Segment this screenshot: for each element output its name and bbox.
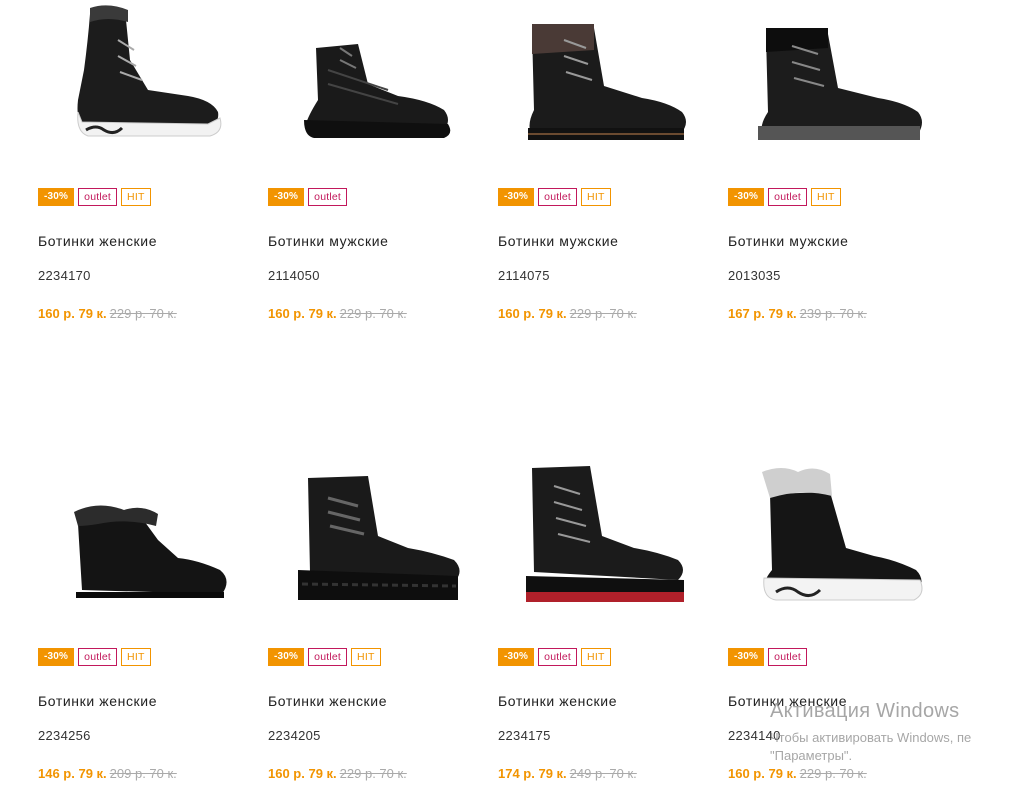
product-sku: 2234205 bbox=[268, 728, 321, 743]
product-image[interactable] bbox=[498, 0, 698, 160]
product-image[interactable] bbox=[498, 460, 698, 620]
boot-image bbox=[74, 505, 227, 598]
product-image[interactable] bbox=[268, 0, 468, 160]
price-old: 239 р. 70 к. bbox=[799, 306, 867, 321]
product-price: 160 р. 79 к. 229 р. 70 к. bbox=[268, 766, 407, 781]
discount-badge: -30% bbox=[268, 648, 305, 666]
product-name[interactable]: Ботинки мужские bbox=[268, 233, 389, 249]
product-sku: 2114050 bbox=[268, 268, 320, 283]
watermark-line-1: Чтобы активировать Windows, пе bbox=[770, 730, 972, 745]
discount-badge: -30% bbox=[268, 188, 305, 206]
discount-badge: -30% bbox=[38, 648, 75, 666]
product-card[interactable]: -30% outlet HIT Ботинки женские 2234205 … bbox=[268, 460, 468, 790]
outlet-badge: outlet bbox=[538, 648, 578, 666]
price-old: 229 р. 70 к. bbox=[339, 766, 407, 781]
price-current: 167 р. 79 к. bbox=[728, 306, 797, 321]
watermark-line-2: "Параметры". bbox=[770, 748, 853, 763]
badge-group: -30% outlet HIT bbox=[498, 188, 611, 206]
product-price: 160 р. 79 к. 229 р. 70 к. bbox=[268, 306, 407, 321]
hit-badge: HIT bbox=[581, 648, 611, 666]
product-sku: 2234170 bbox=[38, 268, 91, 283]
discount-badge: -30% bbox=[498, 188, 535, 206]
boot-image bbox=[528, 24, 686, 140]
badge-group: -30% outlet HIT bbox=[498, 648, 611, 666]
badge-group: -30% outlet HIT bbox=[268, 648, 381, 666]
product-sku: 2013035 bbox=[728, 268, 781, 283]
discount-badge: -30% bbox=[728, 188, 765, 206]
product-name[interactable]: Ботинки мужские bbox=[728, 233, 849, 249]
product-card[interactable]: -30% outlet HIT Ботинки женские 2234256 … bbox=[38, 460, 238, 790]
discount-badge: -30% bbox=[728, 648, 765, 666]
price-current: 146 р. 79 к. bbox=[38, 766, 107, 781]
product-price: 160 р. 79 к. 229 р. 70 к. bbox=[38, 306, 177, 321]
outlet-badge: outlet bbox=[538, 188, 578, 206]
badge-group: -30% outlet HIT bbox=[38, 648, 151, 666]
outlet-badge: outlet bbox=[78, 648, 118, 666]
product-card[interactable]: -30% outlet Ботинки мужские 2114050 160 … bbox=[268, 0, 468, 330]
product-card[interactable]: -30% outlet HIT Ботинки женские 2234170 … bbox=[38, 0, 238, 330]
product-card[interactable]: -30% outlet HIT Ботинки мужские 2114075 … bbox=[498, 0, 698, 330]
price-current: 174 р. 79 к. bbox=[498, 766, 567, 781]
outlet-badge: outlet bbox=[78, 188, 118, 206]
boot-image bbox=[758, 28, 922, 140]
product-name[interactable]: Ботинки женские bbox=[498, 693, 617, 709]
product-image[interactable] bbox=[728, 0, 928, 160]
price-current: 160 р. 79 к. bbox=[268, 306, 337, 321]
price-old: 229 р. 70 к. bbox=[109, 306, 177, 321]
product-name[interactable]: Ботинки мужские bbox=[498, 233, 619, 249]
price-old: 229 р. 70 к. bbox=[569, 306, 637, 321]
boot-image bbox=[762, 468, 923, 601]
product-image[interactable] bbox=[38, 460, 238, 620]
discount-badge: -30% bbox=[498, 648, 535, 666]
price-old: 249 р. 70 к. bbox=[569, 766, 637, 781]
hit-badge: HIT bbox=[811, 188, 841, 206]
product-card[interactable]: -30% outlet HIT Ботинки мужские 2013035 … bbox=[728, 0, 928, 330]
boot-image bbox=[526, 466, 684, 602]
boot-image bbox=[298, 476, 460, 600]
windows-activation-watermark: Активация Windows Чтобы активировать Win… bbox=[770, 700, 1024, 807]
product-card[interactable]: -30% outlet HIT Ботинки женские 2234175 … bbox=[498, 460, 698, 790]
product-sku: 2234175 bbox=[498, 728, 551, 743]
product-name[interactable]: Ботинки женские bbox=[38, 233, 157, 249]
product-price: 167 р. 79 к. 239 р. 70 к. bbox=[728, 306, 867, 321]
price-current: 160 р. 79 к. bbox=[498, 306, 567, 321]
badge-group: -30% outlet HIT bbox=[728, 188, 841, 206]
product-name[interactable]: Ботинки женские bbox=[38, 693, 157, 709]
product-name[interactable]: Ботинки женские bbox=[268, 693, 387, 709]
price-old: 209 р. 70 к. bbox=[109, 766, 177, 781]
badge-group: -30% outlet HIT bbox=[38, 188, 151, 206]
hit-badge: HIT bbox=[121, 188, 151, 206]
price-current: 160 р. 79 к. bbox=[268, 766, 337, 781]
outlet-badge: outlet bbox=[768, 648, 808, 666]
hit-badge: HIT bbox=[121, 648, 151, 666]
product-sku: 2234256 bbox=[38, 728, 91, 743]
product-image[interactable] bbox=[728, 460, 928, 620]
boot-image bbox=[304, 44, 451, 138]
product-price: 146 р. 79 к. 209 р. 70 к. bbox=[38, 766, 177, 781]
hit-badge: HIT bbox=[351, 648, 381, 666]
product-price: 160 р. 79 к. 229 р. 70 к. bbox=[498, 306, 637, 321]
badge-group: -30% outlet bbox=[728, 648, 808, 666]
catalog-page: { "products": [ {"name": "Ботинки женски… bbox=[0, 0, 1024, 807]
price-current: 160 р. 79 к. bbox=[38, 306, 107, 321]
product-image[interactable] bbox=[268, 460, 468, 620]
product-image[interactable] bbox=[38, 0, 238, 160]
product-price: 174 р. 79 к. 249 р. 70 к. bbox=[498, 766, 637, 781]
boot-image bbox=[77, 5, 222, 137]
product-sku: 2114075 bbox=[498, 268, 550, 283]
hit-badge: HIT bbox=[581, 188, 611, 206]
discount-badge: -30% bbox=[38, 188, 75, 206]
price-old: 229 р. 70 к. bbox=[339, 306, 407, 321]
outlet-badge: outlet bbox=[768, 188, 808, 206]
outlet-badge: outlet bbox=[308, 648, 348, 666]
badge-group: -30% outlet bbox=[268, 188, 348, 206]
watermark-title: Активация Windows bbox=[770, 700, 960, 722]
outlet-badge: outlet bbox=[308, 188, 348, 206]
